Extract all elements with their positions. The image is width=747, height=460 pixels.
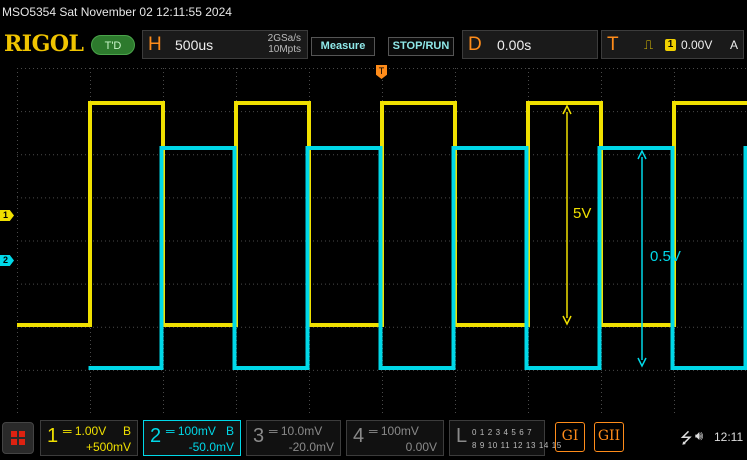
ch1-amplitude-arrow [562,104,572,326]
stop-run-button[interactable]: STOP/RUN [388,37,454,56]
logic-row-2: 8 9 10 11 12 13 14 15 [472,441,562,450]
ch2-coupling: B [225,424,234,438]
logic-label: L [456,425,468,447]
horizontal-timebase-box[interactable]: H 500us 2GSa/s 10Mpts [142,30,308,59]
ch4-number: 4 [353,425,365,447]
ch1-coupling: B [122,424,131,438]
logic-row-1: 0 1 2 3 4 5 6 7 [472,428,533,437]
bottom-bar: 1 ═ 1.00V B +500mV 2 ═ 100mV B -50.0mV 3… [0,414,747,460]
delay-key: D [468,34,482,55]
ch1-settings-box[interactable]: 1 ═ 1.00V B +500mV [40,420,138,456]
ch2-number: 2 [150,425,162,447]
trigger-mode: A [730,38,739,52]
status-line: MSO5354 Sat November 02 12:11:55 2024 [0,0,747,28]
generator-1-button[interactable]: GI [555,422,585,452]
ch1-amplitude-label: 5V [573,205,592,222]
device-info: MSO5354 Sat November 02 12:11:55 2024 [2,5,232,19]
ch2-waveform [88,146,747,370]
trigger-source: 1 [665,39,676,51]
delay-box[interactable]: D 0.00s [462,30,598,59]
ch4-scale: ═ 100mV [369,424,419,438]
ch2-offset-marker[interactable]: 2 [0,255,14,266]
ch1-offset-marker[interactable]: 1 [0,210,14,221]
usb-icon: ⭍ [680,430,693,447]
system-clock: 12:11 [714,430,744,444]
ch1-number: 1 [47,425,59,447]
sample-rate: 2GSa/s [267,33,301,44]
ch1-scale: ═ 1.00V [63,424,107,438]
ch2-scale: ═ 100mV [166,424,216,438]
trigger-level: 0.00V [681,38,713,52]
menu-grid-icon [11,431,25,445]
ch3-number: 3 [253,425,265,447]
ch1-offset: +500mV [85,440,131,454]
toolbar: RIGOL T'D H 500us 2GSa/s 10Mpts Measure … [0,28,747,61]
memory-depth: 10Mpts [268,44,301,55]
ch2-settings-box[interactable]: 2 ═ 100mV B -50.0mV [143,420,241,456]
ch4-settings-box[interactable]: 4 ═ 100mV 0.00V [346,420,444,456]
generator-2-button[interactable]: GII [594,422,624,452]
ch3-settings-box[interactable]: 3 ═ 10.0mV -20.0mV [246,420,341,456]
logic-analyzer-box[interactable]: L 0 1 2 3 4 5 6 7 8 9 10 11 12 13 14 15 [449,420,561,456]
delay-value: 0.00s [497,37,532,53]
measure-button[interactable]: Measure [311,37,375,56]
ch3-offset: -20.0mV [288,440,334,454]
ch2-amplitude-label: 0.5V [650,248,681,265]
waveform-display [17,68,747,413]
ch2-offset: -50.0mV [188,440,234,454]
ch2-amplitude-arrow [637,149,647,368]
ch4-offset: 0.00V [405,440,437,454]
waveform-grid[interactable] [17,68,747,413]
ch3-scale: ═ 10.0mV [269,424,323,438]
horizontal-key: H [148,34,162,55]
timebase-value: 500us [175,37,214,53]
run-state-badge[interactable]: T'D [91,35,135,55]
main-menu-button[interactable] [2,422,34,454]
speaker-icon[interactable]: 🔊︎ [695,428,703,444]
ch2-trace [88,146,747,370]
rising-edge-icon: ⎍ [644,37,654,52]
trigger-key: T [607,34,619,55]
sample-info: 2GSa/s 10Mpts [268,33,301,55]
rigol-logo: RIGOL [4,31,84,57]
trigger-box[interactable]: T ⎍ 1 0.00V A [601,30,744,59]
